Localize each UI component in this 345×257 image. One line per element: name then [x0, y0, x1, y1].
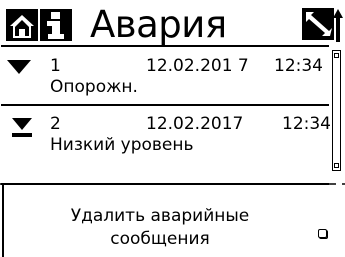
scrollbar-end-marker	[334, 163, 339, 168]
header-divider	[1, 45, 329, 47]
alarm-text: Низкий уровень	[50, 135, 194, 155]
scrollbar-thumb[interactable]	[334, 53, 339, 58]
alarm-date: 12.02.2017	[146, 114, 244, 134]
alarm-date: 12.02.201 7	[146, 56, 249, 76]
row-divider	[1, 104, 329, 106]
triangle-down-icon	[6, 59, 32, 75]
delete-alarms-label-line2: сообщения	[110, 229, 210, 249]
delete-alarms-label[interactable]: Удалить аварийные сообщения	[60, 205, 260, 251]
triangle-down-bar-icon	[10, 116, 34, 140]
alarm-time: 12:34	[274, 56, 323, 76]
alarm-time: 12:34	[282, 114, 331, 134]
footer-divider	[1, 183, 329, 185]
left-frame-edge	[2, 184, 4, 257]
home-icon[interactable]	[6, 9, 38, 41]
alarm-text: Опорожн.	[50, 77, 138, 97]
alarm-screen: Авария 1 12.02.201 7 12:34 Опорожн. 2 12…	[0, 0, 345, 257]
scrollbar[interactable]	[332, 50, 341, 171]
alarm-number: 1	[50, 56, 61, 76]
info-icon[interactable]	[40, 9, 72, 41]
alarm-row[interactable]: 1 12.02.201 7 12:34 Опорожн.	[0, 50, 330, 104]
resize-arrows-icon[interactable]	[300, 6, 344, 42]
alarm-number: 2	[50, 114, 61, 134]
dashed-divider	[0, 171, 345, 185]
alarm-row[interactable]: 2 12.02.2017 12:34 Низкий уровень	[0, 108, 331, 162]
delete-alarms-checkbox[interactable]	[318, 229, 327, 238]
delete-alarms-label-line1: Удалить аварийные	[70, 206, 250, 226]
page-title: Авария	[90, 3, 227, 46]
